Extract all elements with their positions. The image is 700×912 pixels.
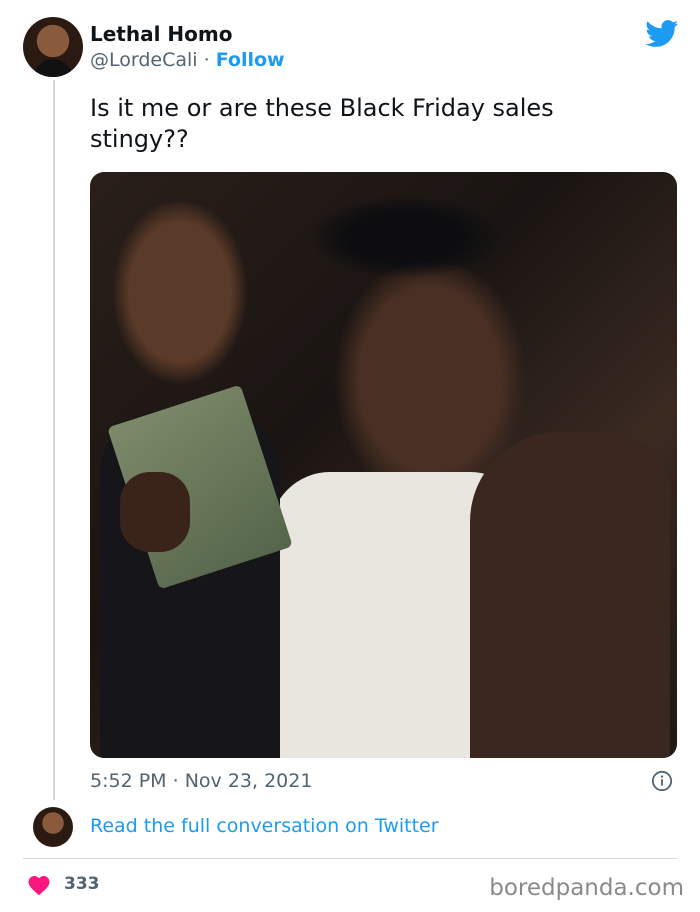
author-handle-row: @LordeCali · Follow: [90, 49, 285, 71]
read-conversation-link[interactable]: Read the full conversation on Twitter: [90, 815, 439, 837]
tweet-photo[interactable]: [90, 172, 677, 758]
follow-link[interactable]: Follow: [216, 49, 285, 71]
timestamp-separator: ·: [172, 770, 179, 792]
twitter-bird-icon[interactable]: [645, 20, 679, 48]
separator: ·: [203, 49, 210, 71]
info-icon[interactable]: [651, 770, 673, 792]
tweet-date: Nov 23, 2021: [184, 770, 313, 792]
reader-avatar: [33, 807, 73, 847]
tweet-card: Lethal Homo @LordeCali · Follow Is it me…: [0, 0, 700, 912]
watermark: boredpanda.com: [489, 875, 684, 901]
author-avatar[interactable]: [23, 17, 83, 77]
author-handle[interactable]: @LordeCali: [90, 49, 198, 71]
tweet-text: Is it me or are these Black Friday sales…: [90, 94, 554, 153]
divider: [23, 858, 677, 859]
thread-line: [53, 80, 55, 800]
like-count: 333: [64, 874, 100, 894]
tweet-time: 5:52 PM: [90, 770, 167, 792]
tweet-timestamp[interactable]: 5:52 PM · Nov 23, 2021: [90, 770, 312, 792]
author-display-name[interactable]: Lethal Homo: [90, 22, 232, 46]
heart-icon[interactable]: [27, 874, 51, 896]
